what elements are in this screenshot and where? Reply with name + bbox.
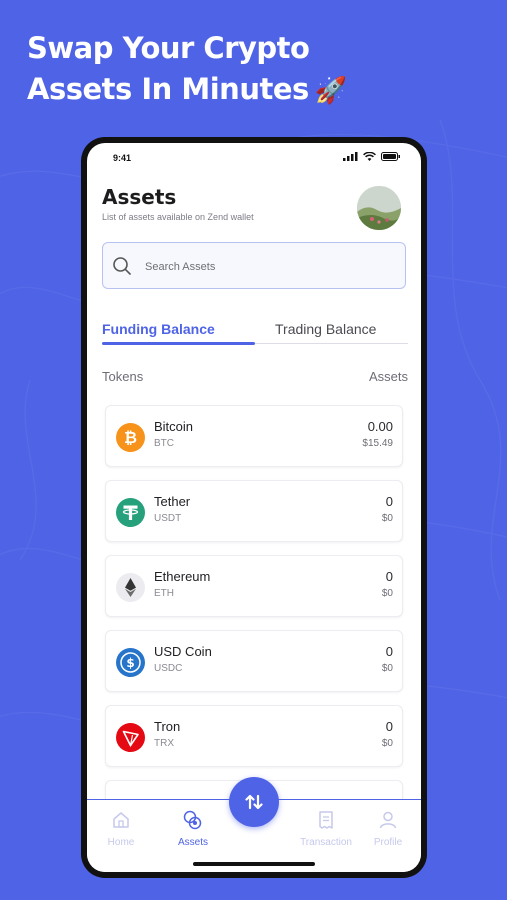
- avatar[interactable]: [357, 186, 401, 230]
- token-name: Ethereum: [154, 569, 211, 584]
- svg-text:$: $: [126, 656, 134, 670]
- avatar-photo: [357, 186, 401, 230]
- token-value: $0: [381, 588, 393, 599]
- token-value: $0: [381, 513, 393, 524]
- headline-line-1: Swap Your Crypto: [27, 31, 310, 65]
- rocket-emoji: 🚀: [314, 76, 347, 106]
- token-amount: 0.00: [367, 419, 393, 434]
- active-tab-indicator: [102, 342, 255, 345]
- ethereum-icon: [116, 573, 145, 602]
- token-value: $0: [381, 663, 393, 674]
- token-symbol: ETH: [154, 588, 174, 599]
- nav-assets-label: Assets: [177, 837, 208, 848]
- tron-icon: [116, 723, 145, 752]
- user-icon: [379, 811, 397, 829]
- status-icons: [343, 152, 401, 161]
- token-row-ethereum[interactable]: Ethereum ETH 0 $0: [105, 555, 403, 617]
- home-icon: [113, 812, 129, 828]
- phone-frame: 9:41 Assets List of assets available on …: [81, 137, 427, 878]
- token-name: Tether: [154, 494, 191, 509]
- balance-tabs: Funding Balance Trading Balance: [102, 321, 408, 345]
- nav-home-label: Home: [107, 837, 135, 848]
- column-header-tokens: Tokens: [102, 369, 144, 384]
- app-screen: 9:41 Assets List of assets available on …: [87, 143, 421, 872]
- search-box[interactable]: [102, 242, 406, 289]
- token-amount: 0: [385, 644, 393, 659]
- swap-arrows-icon: [245, 794, 263, 810]
- page-title: Assets: [102, 185, 177, 209]
- wifi-icon: [363, 152, 376, 161]
- coins-icon: [183, 810, 202, 830]
- home-indicator: [193, 862, 315, 866]
- token-name: USD Coin: [154, 644, 212, 659]
- promo-headline: Swap Your Crypto Assets In Minutes 🚀: [27, 28, 487, 112]
- token-amount: 0: [385, 494, 393, 509]
- token-amount: 0: [385, 569, 393, 584]
- usd-coin-icon: $: [116, 648, 145, 677]
- page-subtitle: List of assets available on Zend wallet: [102, 212, 254, 222]
- search-icon: [113, 257, 131, 275]
- token-row-tron[interactable]: Tron TRX 0 $0: [105, 705, 403, 767]
- token-row-usd-coin[interactable]: $ USD Coin USDC 0 $0: [105, 630, 403, 692]
- swap-button[interactable]: [229, 777, 279, 827]
- token-row-tether[interactable]: Tether USDT 0 $0: [105, 480, 403, 542]
- status-bar: 9:41: [87, 143, 421, 173]
- token-symbol: BTC: [154, 438, 174, 449]
- token-symbol: USDC: [154, 663, 183, 674]
- signal-icon: [343, 152, 358, 161]
- token-name: Bitcoin: [154, 419, 194, 434]
- status-time: 9:41: [113, 153, 132, 163]
- tab-funding-balance[interactable]: Funding Balance: [102, 321, 215, 337]
- tether-icon: [116, 498, 145, 527]
- nav-assets[interactable]: Assets: [161, 810, 225, 848]
- headline-line-2: Assets In Minutes 🚀: [27, 69, 487, 112]
- receipt-icon: [319, 811, 333, 829]
- column-header-assets: Assets: [368, 369, 408, 384]
- nav-home[interactable]: Home: [89, 810, 153, 848]
- search-input[interactable]: [143, 255, 397, 279]
- token-symbol: USDT: [154, 513, 182, 524]
- token-value: $15.49: [362, 438, 393, 449]
- nav-profile[interactable]: Profile: [356, 810, 420, 848]
- token-name: Tron: [154, 719, 181, 734]
- battery-icon: [381, 152, 400, 161]
- token-row-bitcoin[interactable]: ₿ Bitcoin BTC 0.00 $15.49: [105, 405, 403, 467]
- token-value: $0: [381, 738, 393, 749]
- svg-text:₿: ₿: [124, 428, 137, 447]
- headline-line-2-text: Assets In Minutes: [27, 72, 309, 106]
- token-amount: 0: [385, 719, 393, 734]
- nav-profile-label: Profile: [373, 837, 403, 848]
- tab-trading-balance[interactable]: Trading Balance: [275, 321, 376, 337]
- bitcoin-icon: ₿: [116, 423, 145, 452]
- token-symbol: TRX: [154, 738, 174, 749]
